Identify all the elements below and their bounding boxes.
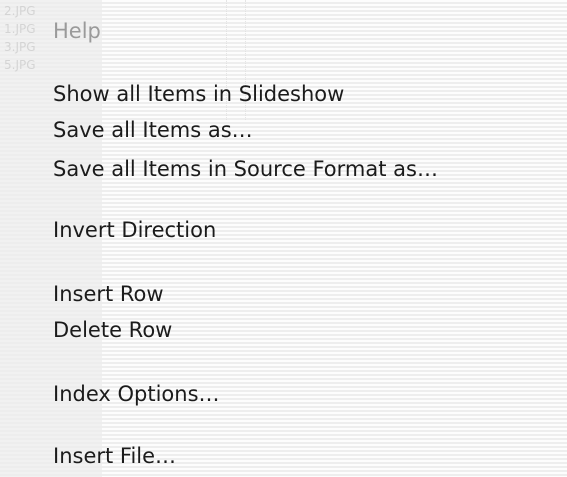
background-file-name: 1.JPG — [4, 22, 36, 36]
background-file-list: 2.JPG 1.JPG 3.JPG 5.JPG — [4, 2, 36, 74]
menu-item-insert-file[interactable]: Insert File… — [53, 441, 176, 471]
menu-header-help: Help — [53, 19, 101, 43]
background-file-name: 3.JPG — [4, 40, 36, 54]
menu-item-invert-direction[interactable]: Invert Direction — [53, 215, 216, 245]
menu-item-save-all-as[interactable]: Save all Items as… — [53, 115, 253, 145]
background-file-name: 5.JPG — [4, 58, 36, 72]
menu-item-insert-row[interactable]: Insert Row — [53, 279, 164, 309]
menu-item-index-options[interactable]: Index Options… — [53, 379, 220, 409]
background-file-name: 2.JPG — [4, 4, 36, 18]
menu-item-show-all-in-slideshow[interactable]: Show all Items in Slideshow — [53, 79, 344, 109]
menu-item-delete-row[interactable]: Delete Row — [53, 315, 172, 345]
menu-item-save-all-in-source-format[interactable]: Save all Items in Source Format as… — [53, 154, 438, 184]
context-menu: 2.JPG 1.JPG 3.JPG 5.JPG Help Show all It… — [0, 0, 567, 477]
